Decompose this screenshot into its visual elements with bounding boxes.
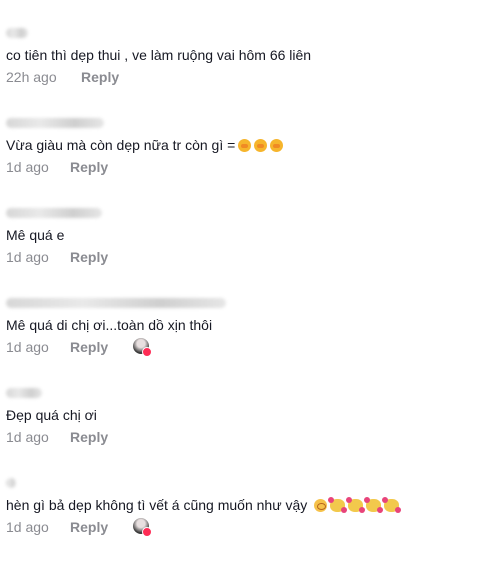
reply-button[interactable]: Reply bbox=[70, 158, 108, 176]
comment-item: Vừa giàu mà còn dẹp nữa tr còn gì = 1d a… bbox=[6, 112, 486, 202]
smiling-face-with-hearts-icon bbox=[364, 497, 384, 513]
smiling-face-with-hearts-icon bbox=[346, 497, 366, 513]
username-blurred[interactable] bbox=[6, 28, 28, 38]
comment-text: Mê quá e bbox=[6, 227, 65, 243]
comment-text: Vừa giàu mà còn dẹp nữa tr còn gì = bbox=[6, 137, 236, 153]
comment-timestamp: 1d ago bbox=[6, 249, 49, 265]
smiling-face-with-hearts-icon bbox=[328, 497, 348, 513]
heart-icon bbox=[142, 347, 152, 357]
comment-text: hèn gì bả dẹp không tì vết á cũng muốn n… bbox=[6, 497, 308, 513]
comment-item: Đẹp quá chị ơi 1d ago Reply bbox=[6, 382, 486, 472]
smiling-face-with-hearts-icon bbox=[382, 497, 402, 513]
comment-item: hèn gì bả dẹp không tì vết á cũng muốn n… bbox=[6, 472, 486, 562]
comment-timestamp: 1d ago bbox=[6, 159, 49, 175]
reply-button[interactable]: Reply bbox=[70, 428, 108, 446]
username-blurred[interactable] bbox=[6, 388, 42, 398]
reply-button[interactable]: Reply bbox=[70, 248, 108, 266]
reply-button[interactable]: Reply bbox=[70, 338, 108, 356]
comment-text: Mê quá di chị ơi...toàn dồ xịn thôi bbox=[6, 317, 213, 333]
username-blurred[interactable] bbox=[6, 208, 102, 218]
comment-text-line: Vừa giàu mà còn dẹp nữa tr còn gì = bbox=[6, 136, 284, 154]
comment-timestamp: 1d ago bbox=[6, 429, 49, 445]
yellow-laugh-icon bbox=[238, 139, 252, 152]
comment-item: co tiên thì dẹp thui , ve làm ruộng vai … bbox=[6, 22, 486, 112]
reply-button[interactable]: Reply bbox=[70, 518, 108, 536]
comment-timestamp: 22h ago bbox=[6, 69, 57, 85]
heart-icon bbox=[142, 527, 152, 537]
comment-item: Mê quá di chị ơi...toàn dồ xịn thôi 1d a… bbox=[6, 292, 486, 382]
username-blurred[interactable] bbox=[6, 118, 104, 128]
comment-text: co tiên thì dẹp thui , ve làm ruộng vai … bbox=[6, 47, 312, 63]
comment-text: Đẹp quá chị ơi bbox=[6, 407, 97, 423]
blush-face-icon bbox=[314, 499, 328, 512]
reply-button[interactable]: Reply bbox=[81, 68, 119, 86]
username-blurred[interactable] bbox=[6, 298, 226, 308]
comment-timestamp: 1d ago bbox=[6, 519, 49, 535]
comment-item: Mê quá e 1d ago Reply bbox=[6, 202, 486, 292]
yellow-laugh-icon bbox=[254, 139, 268, 152]
creator-liked-avatar bbox=[133, 338, 152, 357]
comment-timestamp: 1d ago bbox=[6, 339, 49, 355]
yellow-laugh-icon bbox=[270, 139, 284, 152]
username-blurred[interactable] bbox=[6, 478, 16, 488]
creator-liked-avatar bbox=[133, 518, 152, 537]
comment-text-line: hèn gì bả dẹp không tì vết á cũng muốn n… bbox=[6, 496, 402, 514]
